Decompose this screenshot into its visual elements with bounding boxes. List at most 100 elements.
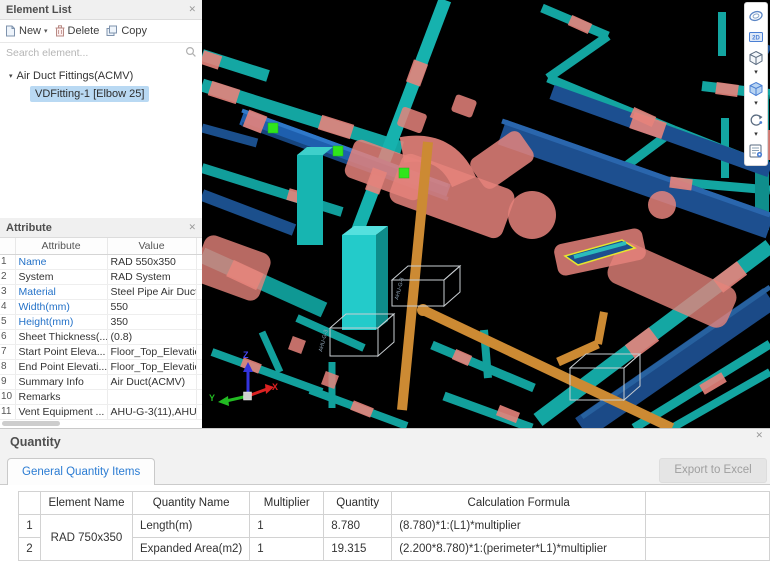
copy-button-label: Copy [121,25,147,37]
attribute-row[interactable]: 11 Vent Equipment ... AHU-G-3(11),AHU-..… [0,404,202,419]
attribute-num: 11 [0,404,15,419]
svg-text:2D: 2D [752,36,760,42]
quantity-name-cell: Expanded Area(m2) [132,538,249,561]
attribute-name: Height(mm) [15,314,107,329]
attribute-value: (0.8) [107,329,196,344]
search-box [0,42,202,62]
attribute-row[interactable]: 6 Sheet Thickness(... (0.8) [0,329,202,344]
attribute-row[interactable]: 2 System RAD System [0,269,202,284]
attribute-name: Summary Info [15,374,107,389]
tree-node-air-duct-fittings[interactable]: ▾ Air Duct Fittings(ACMV) [0,67,202,84]
attribute-table: Attribute Value 1 Name RAD 550x350 2 Sys… [0,238,202,420]
app-window: Element List ✕ New ▾ [0,0,770,570]
solid-view-button[interactable] [747,80,765,98]
value-col-header: Value [107,238,196,254]
attribute-col-header: Attribute [15,238,107,254]
quantity-header: Quantity ✕ [0,429,770,457]
orbit-icon [748,8,764,24]
2d-view-icon: 2D [748,29,764,45]
new-button[interactable]: New ▾ [5,25,48,37]
search-input[interactable] [0,44,202,62]
new-dropdown-icon[interactable]: ▾ [44,27,48,35]
2d-view-button[interactable]: 2D [747,28,765,46]
attribute-row[interactable]: 1 Name RAD 550x350 [0,254,202,269]
element-list-toolbar: New ▾ Delete [0,20,202,42]
close-icon[interactable]: ✕ [188,5,196,14]
export-to-excel-button[interactable]: Export to Excel [659,458,767,483]
close-icon[interactable]: ✕ [755,430,763,441]
attribute-value: Steel Pipe Air Duct [107,284,196,299]
equipment-label: AHU-G-3 [394,277,406,300]
col-quantity-name: Quantity Name [132,492,249,515]
attribute-num: 8 [0,359,15,374]
attribute-title: Attribute [6,222,52,234]
tree-expander-icon[interactable]: ▾ [9,72,13,80]
axis-z-label: Z [243,350,249,360]
attribute-value: Floor_Top_Elevatio... [107,359,196,374]
isometric-dropdown-icon[interactable]: ▾ [754,70,758,77]
search-icon [185,46,197,58]
attribute-header-row: Attribute Value [0,238,202,254]
tree-node-vdfitting-selected[interactable]: VDFitting-1 [Elbow 25] [30,86,149,102]
col-quantity: Quantity [324,492,392,515]
selection-handle[interactable] [333,146,343,156]
new-document-icon [5,25,16,37]
isometric-view-button[interactable] [747,49,765,67]
selection-handle[interactable] [399,168,409,178]
attribute-name: Width(mm) [15,299,107,314]
attribute-value: RAD 550x350 [107,254,196,269]
attribute-row[interactable]: 4 Width(mm) 550 [0,299,202,314]
copy-button[interactable]: Copy [106,25,147,37]
rotate-dropdown-icon[interactable]: ▾ [754,132,758,139]
attribute-row[interactable]: 5 Height(mm) 350 [0,314,202,329]
attribute-name: End Point Elevati... [15,359,107,374]
attribute-row[interactable]: 9 Summary Info Air Duct(ACMV) [0,374,202,389]
selection-handle[interactable] [268,123,278,133]
multiplier-cell: 1 [250,538,324,561]
attribute-name: Material [15,284,107,299]
attribute-num: 1 [0,254,15,269]
attribute-name: Vent Equipment ... [15,404,107,419]
attribute-value: Floor_Top_Elevatio... [107,344,196,359]
element-list-title-bar: Element List ✕ [0,0,202,20]
cube-outline-icon [748,50,764,66]
formula-cell: (8.780)*1:(L1)*multiplier [392,515,646,538]
attribute-value: 550 [107,299,196,314]
attribute-num: 7 [0,344,15,359]
solid-view-dropdown-icon[interactable]: ▾ [754,101,758,108]
viewport-3d: AHU-G-3 AHU-G-3 Z [202,0,770,428]
attribute-num: 6 [0,329,15,344]
attribute-num: 9 [0,374,15,389]
close-icon[interactable]: ✕ [188,223,196,232]
attribute-value: RAD System [107,269,196,284]
attribute-num: 5 [0,314,15,329]
element-list-panel: Element List ✕ New ▾ [0,0,202,107]
attribute-row[interactable]: 7 Start Point Eleva... Floor_Top_Elevati… [0,344,202,359]
horizontal-scrollbar[interactable] [2,421,60,426]
quantity-header-row: Element Name Quantity Name Multiplier Qu… [19,492,770,515]
formula-cell: (2.200*8.780)*1:(perimeter*L1)*multiplie… [392,538,646,561]
attribute-name: System [15,269,107,284]
attribute-value: Air Duct(ACMV) [107,374,196,389]
multiplier-cell: 1 [250,515,324,538]
attribute-name: Name [15,254,107,269]
attribute-num: 2 [0,269,15,284]
attribute-row[interactable]: 8 End Point Elevati... Floor_Top_Elevati… [0,359,202,374]
delete-button[interactable]: Delete [55,25,100,37]
3d-viewport-canvas[interactable]: AHU-G-3 AHU-G-3 Z [202,0,770,428]
element-name-cell: RAD 750x350 [40,515,132,561]
attribute-row[interactable]: 10 Remarks [0,389,202,404]
view-settings-button[interactable] [747,142,765,160]
cube-filled-icon [748,81,764,97]
attribute-name: Sheet Thickness(... [15,329,107,344]
rotate-view-button[interactable] [747,111,765,129]
view-toolbar: 2D ▾ ▾ ▾ [744,2,768,166]
col-multiplier: Multiplier [250,492,324,515]
tab-general-quantity-items[interactable]: General Quantity Items [7,458,155,485]
report-settings-icon [748,143,764,159]
row-number: 1 [19,515,41,538]
attribute-row[interactable]: 3 Material Steel Pipe Air Duct [0,284,202,299]
quantity-row[interactable]: 1 RAD 750x350 Length(m) 1 8.780 (8.780)*… [19,515,770,538]
orbit-view-button[interactable] [747,7,765,25]
attribute-num: 10 [0,389,15,404]
